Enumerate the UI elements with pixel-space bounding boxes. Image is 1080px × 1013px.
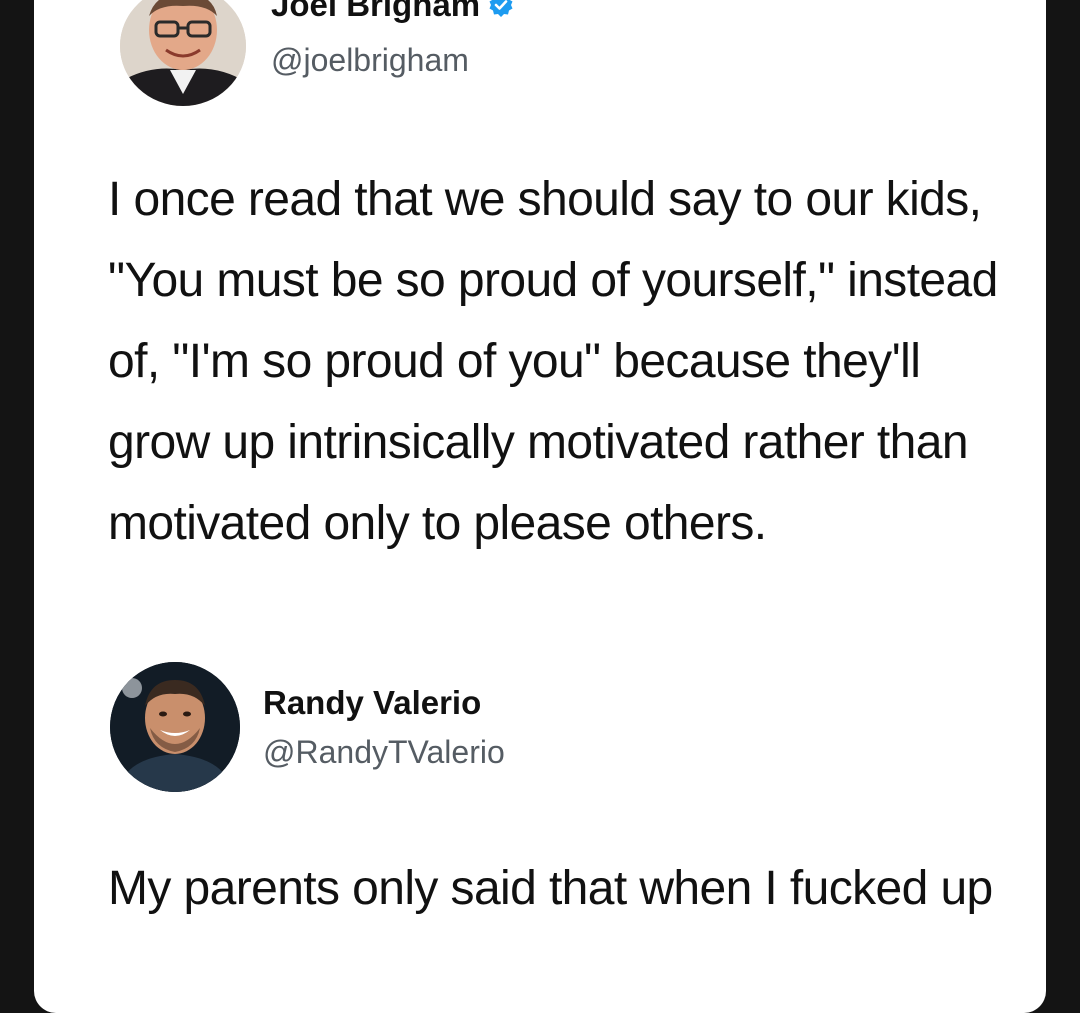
profile-photo-icon <box>120 0 246 106</box>
author-display-name[interactable]: Joel Brigham <box>271 0 480 24</box>
author-name-row: Joel Brigham <box>271 0 514 24</box>
author-name-row: Randy Valerio <box>263 684 481 722</box>
author-display-name[interactable]: Randy Valerio <box>263 684 481 722</box>
tweet-text: I once read that we should say to our ki… <box>108 173 998 550</box>
screenshot-card: Joel Brigham @joelbrigham I once read th… <box>34 0 1046 1013</box>
avatar[interactable] <box>110 662 240 792</box>
avatar[interactable] <box>120 0 246 106</box>
verified-badge-icon <box>488 0 514 18</box>
profile-photo-icon <box>110 662 240 792</box>
author-handle[interactable]: @RandyTValerio <box>263 734 505 771</box>
tweet-text: My parents only said that when I fucked … <box>108 862 993 915</box>
author-handle[interactable]: @joelbrigham <box>271 42 469 79</box>
